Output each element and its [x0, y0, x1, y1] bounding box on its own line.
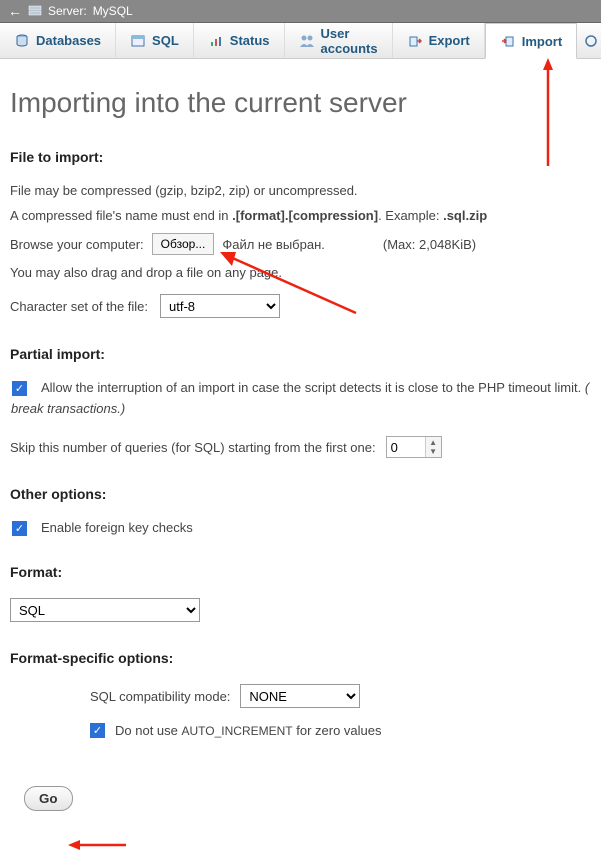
section-heading: File to import: — [10, 149, 591, 165]
tab-export[interactable]: Export — [393, 23, 485, 58]
users-icon — [299, 33, 315, 49]
max-size-note: (Max: 2,048KiB) — [383, 237, 476, 252]
format-select[interactable]: SQL — [10, 598, 200, 622]
sql-compat-select[interactable]: NONE — [240, 684, 360, 708]
skip-queries-row: Skip this number of queries (for SQL) st… — [10, 436, 591, 458]
drag-drop-note: You may also drag and drop a file on any… — [10, 265, 591, 280]
text: A compressed file's name must end in — [10, 208, 232, 223]
browse-button[interactable]: Обзор... — [152, 233, 215, 255]
server-icon — [28, 5, 42, 17]
tab-label: Databases — [36, 33, 101, 48]
import-icon — [500, 33, 516, 49]
tab-user-accounts[interactable]: User accounts — [285, 23, 393, 58]
code-text: AUTO_INCREMENT — [182, 724, 293, 738]
sql-compat-row: SQL compatibility mode: NONE — [90, 684, 591, 708]
section-heading: Partial import: — [10, 346, 591, 362]
autoincrement-checkbox[interactable]: ✓ — [90, 723, 105, 738]
collapse-icon[interactable]: ← — [8, 4, 22, 18]
server-prefix: Server: — [48, 4, 87, 18]
nav-tabs: Databases SQL Status User accounts Expor… — [0, 23, 601, 59]
page-content: Importing into the current server File t… — [0, 59, 601, 831]
browse-row: Browse your computer: Обзор... Файл не в… — [10, 233, 591, 255]
section-heading: Format-specific options: — [10, 650, 591, 666]
server-titlebar: ← Server: MySQL — [0, 0, 601, 23]
charset-row: Character set of the file: utf-8 — [10, 294, 591, 318]
section-heading: Format: — [10, 564, 591, 580]
allow-interruption-row: ✓ Allow the interruption of an import in… — [12, 380, 591, 416]
browse-label: Browse your computer: — [10, 237, 144, 252]
section-file-to-import: File to import: File may be compressed (… — [10, 149, 591, 318]
skip-queries-label: Skip this number of queries (for SQL) st… — [10, 440, 376, 455]
sql-compat-label: SQL compatibility mode: — [90, 689, 230, 704]
charset-label: Character set of the file: — [10, 299, 148, 314]
section-format-specific: Format-specific options: SQL compatibili… — [10, 650, 591, 738]
compress-note: File may be compressed (gzip, bzip2, zip… — [10, 183, 591, 198]
fk-checks-checkbox[interactable]: ✓ — [12, 521, 27, 536]
text: Do not use — [115, 723, 182, 738]
annotation-arrow-go — [68, 838, 128, 855]
tab-label: Import — [522, 34, 562, 49]
fk-checks-label: Enable foreign key checks — [41, 520, 193, 535]
tab-databases[interactable]: Databases — [0, 23, 116, 58]
fk-checks-row: ✓ Enable foreign key checks — [12, 520, 591, 536]
skip-queries-spinner[interactable]: ▲▼ — [386, 436, 442, 458]
section-partial-import: Partial import: ✓ Allow the interruption… — [10, 346, 591, 458]
sql-icon — [130, 33, 146, 49]
pattern-text: .[format].[compression] — [232, 208, 378, 223]
tab-sql[interactable]: SQL — [116, 23, 194, 58]
server-name: MySQL — [93, 4, 133, 18]
page-title: Importing into the current server — [10, 87, 591, 119]
more-icon — [583, 33, 599, 49]
skip-queries-input[interactable] — [387, 437, 425, 457]
tab-label: SQL — [152, 33, 179, 48]
tab-label: User accounts — [321, 26, 378, 56]
tab-label: Export — [429, 33, 470, 48]
section-heading: Other options: — [10, 486, 591, 502]
no-file-text: Файл не выбран. — [222, 237, 325, 252]
go-button[interactable]: Go — [24, 786, 73, 811]
tab-status[interactable]: Status — [194, 23, 285, 58]
tab-label: Status — [230, 33, 270, 48]
section-format: Format: SQL — [10, 564, 591, 622]
text: for zero values — [293, 723, 382, 738]
tab-import[interactable]: Import — [485, 23, 577, 59]
example-text: .sql.zip — [443, 208, 487, 223]
export-icon — [407, 33, 423, 49]
text: . Example: — [378, 208, 443, 223]
autoincrement-row: ✓ Do not use AUTO_INCREMENT for zero val… — [90, 722, 591, 738]
charset-select[interactable]: utf-8 — [160, 294, 280, 318]
autoincrement-label: Do not use AUTO_INCREMENT for zero value… — [115, 723, 382, 738]
database-icon — [14, 33, 30, 49]
allow-interruption-italic: break transactions.) — [11, 401, 589, 416]
allow-interruption-label: Allow the interruption of an import in c… — [41, 380, 581, 395]
allow-interruption-checkbox[interactable]: ✓ — [12, 381, 27, 396]
filename-note: A compressed file's name must end in .[f… — [10, 208, 591, 223]
spinner-arrows-icon[interactable]: ▲▼ — [425, 437, 441, 457]
status-icon — [208, 33, 224, 49]
section-other-options: Other options: ✓ Enable foreign key chec… — [10, 486, 591, 536]
tab-more[interactable] — [577, 23, 601, 58]
